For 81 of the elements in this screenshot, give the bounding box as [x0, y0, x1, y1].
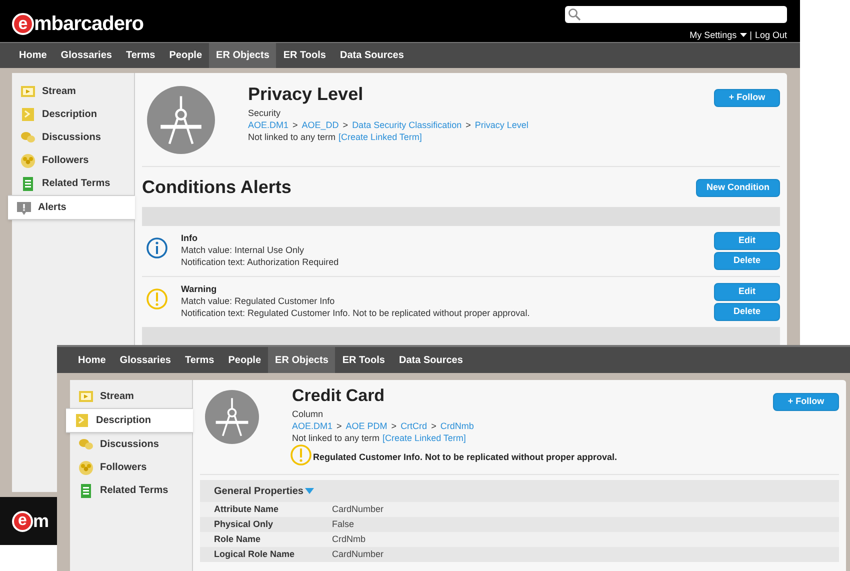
nav-tab[interactable]: Terms — [118, 43, 162, 68]
sidebar-item[interactable]: Followers — [70, 456, 192, 479]
property-value: CardNumber — [332, 548, 384, 561]
nav-tab[interactable]: Home — [12, 43, 54, 68]
properties-header[interactable]: General Properties — [200, 480, 839, 502]
nav-tab[interactable]: Terms — [178, 347, 222, 373]
nav-tab[interactable]: People — [221, 347, 268, 373]
sidebar-item[interactable]: Discussions — [70, 433, 192, 456]
compass-icon — [147, 86, 215, 154]
sidebar-item[interactable]: Stream — [12, 80, 134, 103]
nav-tab[interactable]: People — [162, 43, 210, 68]
property-name: Physical Only — [214, 518, 274, 531]
sidebar-item[interactable]: Stream — [70, 385, 192, 408]
caret-down-icon — [305, 488, 314, 494]
caret-down-icon — [740, 33, 747, 38]
sidebar-item[interactable]: Description — [66, 408, 193, 433]
nav-tab[interactable]: ER Tools — [276, 43, 333, 68]
sidebar-item[interactable]: Discussions — [12, 126, 134, 149]
breadcrumb-separator: > — [342, 119, 348, 131]
people-icon — [20, 152, 36, 168]
search-field[interactable] — [565, 6, 787, 22]
match-value: Match value: Internal Use Only — [181, 244, 306, 256]
sidebar-item[interactable]: Followers — [12, 149, 134, 172]
property-name: Attribute Name — [214, 502, 280, 516]
alert-title: Warning — [181, 283, 218, 295]
breadcrumb-separator: > — [466, 119, 471, 131]
sidebar-item[interactable]: Related Terms — [70, 479, 192, 502]
breadcrumb-separator: > — [292, 119, 298, 131]
sidebar-item[interactable]: Related Terms — [12, 172, 134, 195]
section-title: Conditions Alerts — [142, 176, 292, 199]
logo-mark-icon: e — [12, 510, 33, 532]
nav-tab[interactable]: ER Objects — [209, 43, 276, 68]
nav-tab[interactable]: Home — [71, 347, 113, 373]
logo-text: mbarcadero — [34, 12, 144, 37]
compass-icon — [205, 390, 259, 444]
nav-tab[interactable]: Data Sources — [332, 43, 411, 68]
link-status: Not linked to any term — [292, 432, 380, 444]
item-title: Privacy Level — [248, 83, 364, 106]
separator-text: | — [750, 28, 752, 42]
breadcrumb-separator: > — [336, 420, 342, 432]
item-type: Column — [292, 408, 324, 420]
nav-tab[interactable]: Glossaries — [112, 347, 178, 373]
people-icon — [78, 460, 94, 476]
alert-title: Info — [181, 232, 198, 244]
logout-link[interactable]: Log Out — [754, 28, 787, 42]
sidebar-item[interactable]: Alerts — [8, 195, 135, 220]
warning-icon — [146, 288, 168, 310]
property-value: False — [332, 518, 354, 531]
logo-text: m — [33, 510, 49, 532]
search-icon — [568, 8, 581, 21]
warning-icon — [290, 444, 312, 466]
document-icon — [20, 106, 36, 122]
nav-tab[interactable]: ER Objects — [268, 347, 336, 373]
list-icon — [20, 176, 36, 192]
nav-tab[interactable]: ER Tools — [335, 347, 392, 373]
warning-text: Regulated Customer Info. Not to be replicated without proper approval. — [313, 451, 618, 464]
breadcrumb-separator: > — [391, 420, 397, 432]
speech-bubbles-icon — [20, 130, 36, 146]
alert-icon — [16, 200, 32, 216]
item-type: Security — [248, 107, 282, 119]
nav-tab[interactable]: Glossaries — [54, 43, 119, 68]
document-icon — [74, 412, 90, 428]
match-value: Match value: Regulated Customer Info — [181, 295, 336, 307]
breadcrumb-separator: > — [431, 420, 436, 432]
nav-tab[interactable]: Data Sources — [392, 347, 470, 373]
film-icon — [78, 388, 94, 404]
notification-text: Notification text: Regulated Customer Info. Not to be replicated without proper approval. — [181, 307, 531, 319]
sidebar-item[interactable]: Description — [12, 103, 134, 126]
speech-bubbles-icon — [78, 436, 94, 452]
link-status: Not linked to any term — [248, 131, 336, 143]
property-value: CardNumber — [332, 502, 384, 516]
property-name: Role Name — [214, 532, 262, 546]
logo-mark-icon: e — [12, 13, 34, 35]
list-icon — [78, 482, 94, 498]
property-name: Logical Role Name — [214, 548, 296, 561]
settings-link[interactable]: My Settings — [690, 28, 737, 42]
property-value: CrdNmb — [332, 532, 366, 546]
notification-text: Notification text: Authorization Required — [181, 256, 340, 268]
item-title: Credit Card — [292, 385, 386, 407]
film-icon — [20, 84, 36, 100]
info-icon — [146, 237, 168, 259]
